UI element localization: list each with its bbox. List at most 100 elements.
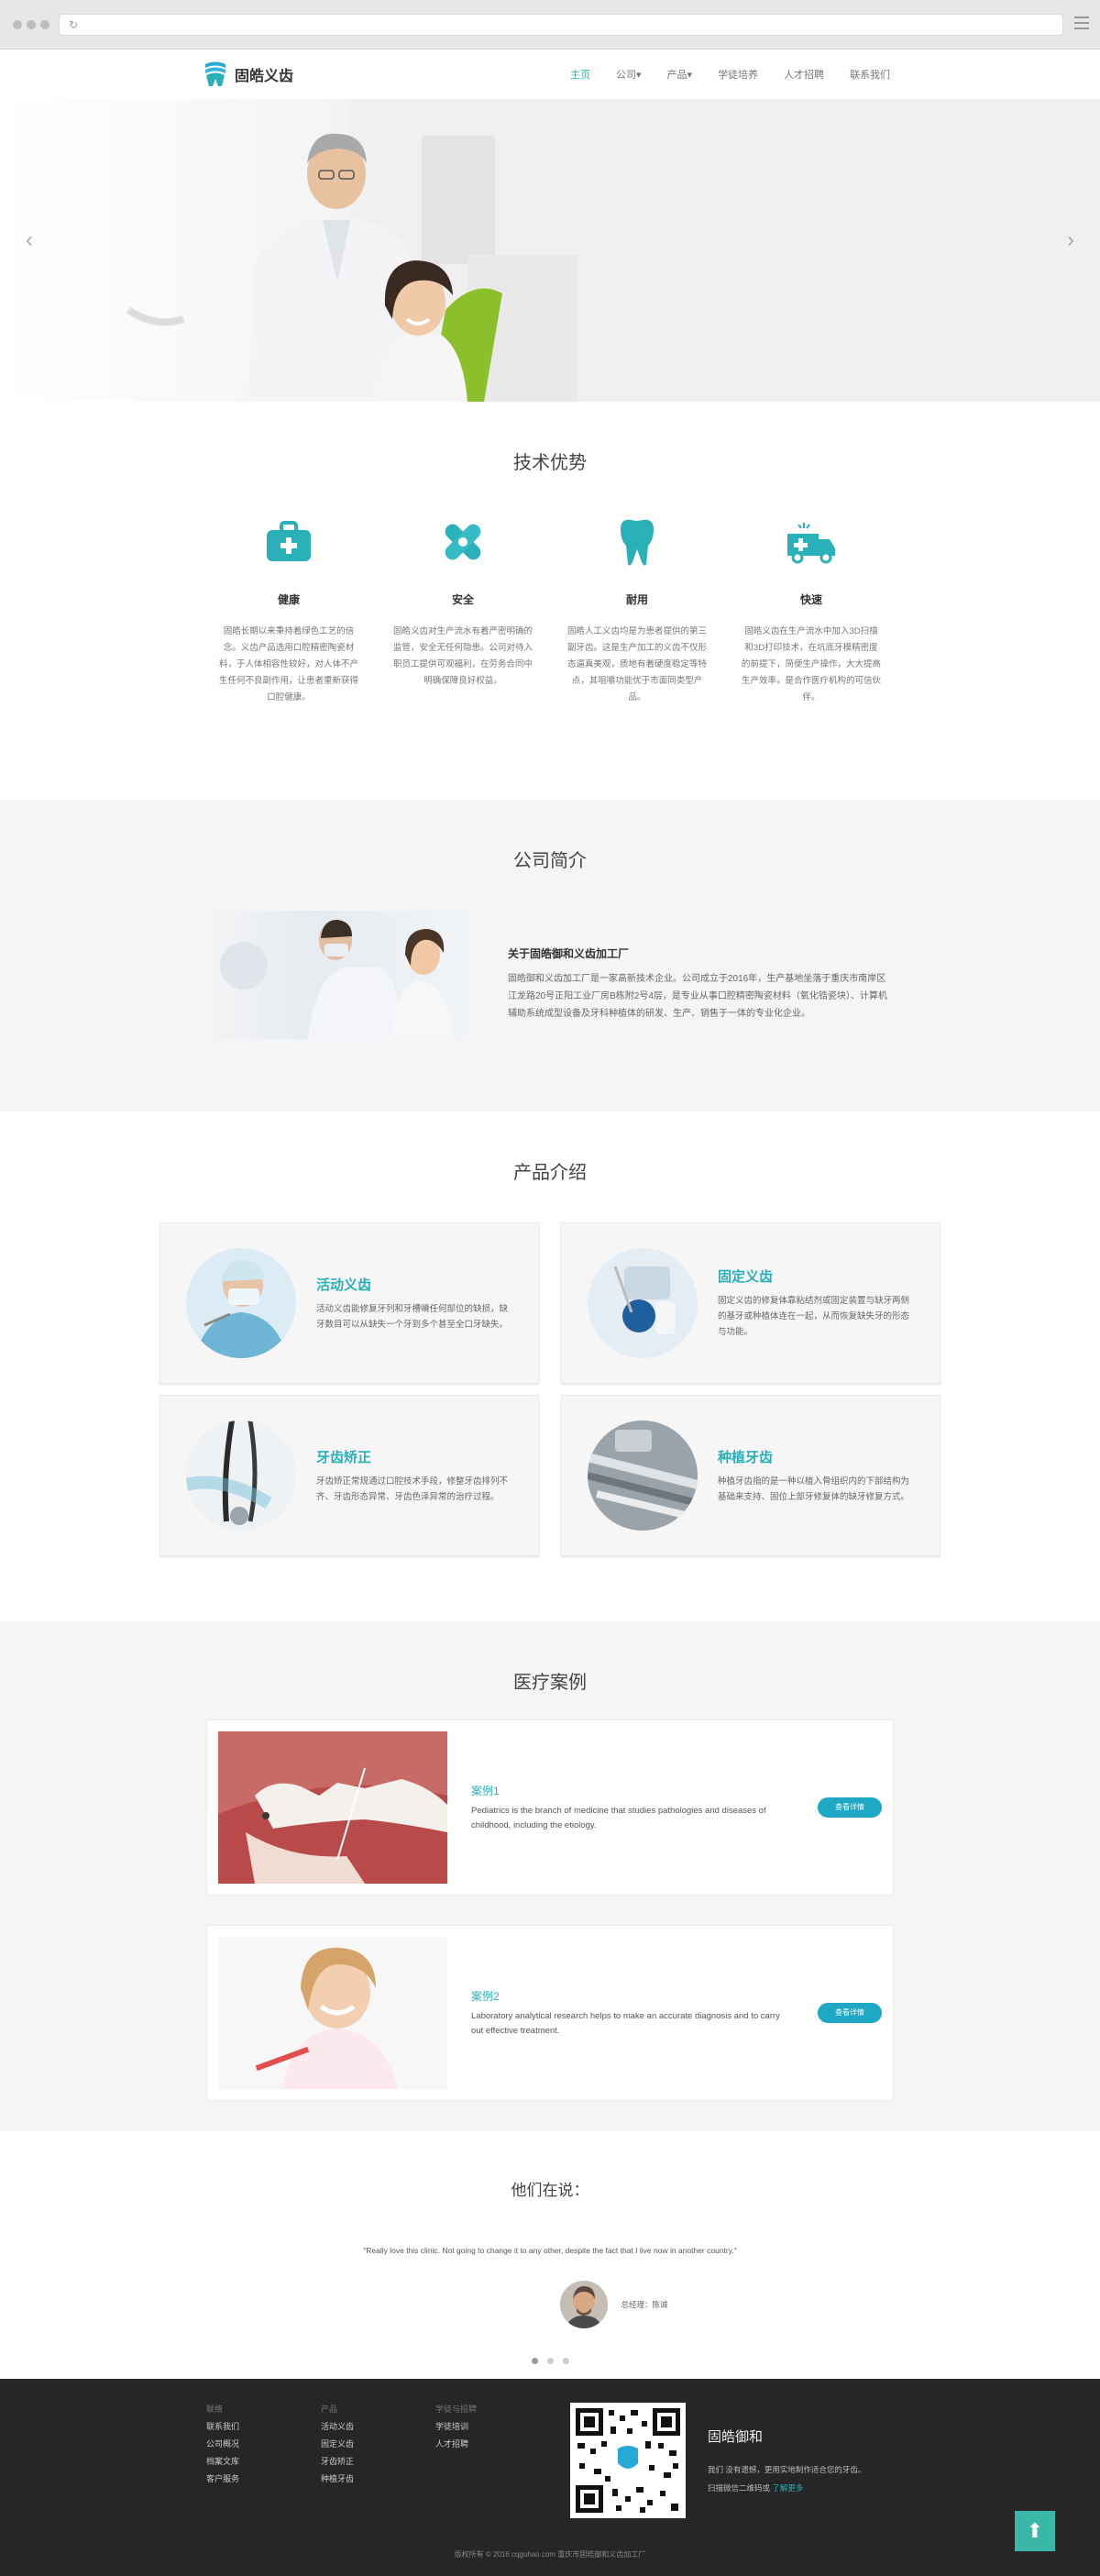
tooth-logo-icon [205,61,226,86]
case-desc: Pediatrics is the branch of medicine tha… [471,1805,766,1830]
advantages-section: 技术优势 健康 固皓长期以来秉持着绿色工艺的信念。义齿产品选用口腔精密陶瓷材料，… [0,402,1100,800]
footer-slogan: 我们 没有遗憾，更用实地制作适合您的牙齿。 [708,2465,866,2474]
back-to-top-button[interactable]: ⬆ [1015,2511,1055,2551]
product-card[interactable]: 牙齿矫正 牙齿矫正常规通过口腔技术手段，修整牙齿排列不齐、牙齿形态异常、牙齿色泽… [160,1395,539,1556]
about-text: 固皓御和义齿加工厂是一家高新技术企业。公司成立于2016年，生产基地坐落于重庆市… [508,974,887,1019]
about-title: 公司简介 [513,851,587,871]
products-title: 产品介绍 [513,1163,587,1183]
logo[interactable]: 固皓义齿 [204,61,293,88]
footer-column: 联络 联系我们 公司概况 档案文库 客户服务 [206,2401,239,2488]
wechat-qr-code [570,2403,686,2518]
advantage-item: 安全 固皓义齿对生产流水有着严密明确的监管，安全无任何隐患。公司对待入职员工提供… [376,513,550,706]
browser-chrome: ↻ [0,0,1100,50]
logo-text: 固皓义齿 [235,69,294,84]
footer-link[interactable]: 公司概况 [206,2436,239,2453]
footer-link[interactable]: 人才招聘 [435,2436,477,2453]
product-card[interactable]: 活动义齿 活动义齿能修复牙列和牙槽嵴任何部位的缺损，缺牙数目可以从缺失一个牙到多… [160,1222,539,1384]
slider-prev-icon[interactable]: ‹ [26,227,33,253]
reload-icon[interactable]: ↻ [69,18,78,31]
advantage-desc: 固皓长期以来秉持着绿色工艺的信念。义齿产品选用口腔精密陶瓷材料，于人体相容性较好… [218,626,358,702]
advantage-name: 健康 [277,593,300,606]
product-photo [186,1248,296,1358]
footer-link[interactable]: 客户服务 [206,2471,239,2488]
footer-column-heading: 联络 [206,2405,224,2414]
cases-title: 医疗案例 [513,1673,587,1693]
about-heading: 关于固皓御和义齿加工厂 [508,947,630,960]
testimonial-quote: "Really love this clinic. Not going to c… [363,2246,737,2255]
cases-section: 医疗案例 案例1 Pediatrics is the branch of med… [0,1621,1100,2131]
about-section: 公司简介 关于固皓御和义齿加工厂 固皓御和义齿加工厂是一家高新技术企业。公司成立… [0,800,1100,1111]
case-desc: Laboratory analytical research helps to … [471,2010,780,2036]
footer-link[interactable]: 种植牙齿 [321,2471,354,2488]
slider-next-icon[interactable]: › [1067,227,1074,253]
address-bar[interactable]: ↻ [59,14,1063,36]
product-photo [186,1421,296,1531]
site-header: 固皓义齿 主页 公司▾ 产品▾ 学徒培养 人才招聘 联系我们 [0,50,1100,99]
advantage-item: 快速 固皓义齿在生产流水中加入3D扫描和3D打印技术，在坑底牙模精密度的前提下，… [724,513,898,706]
advantages-title: 技术优势 [513,453,587,473]
case-details-button[interactable]: 查看详情 [818,1797,882,1818]
footer-link[interactable]: 学徒培训 [435,2418,477,2436]
browser-menu-icon[interactable] [1074,17,1089,33]
product-card[interactable]: 种植牙齿 种植牙齿指的是一种以植入骨组织内的下部结构为基础来支持、固位上部牙修复… [561,1395,940,1556]
ambulance-icon [787,523,835,564]
product-desc: 固定义齿的修复体靠粘结剂或固定装置与缺牙两侧的基牙或种植体连在一起，从而恢复缺失… [718,1296,910,1337]
hero-image [126,99,1100,402]
footer-scan-text: 扫描微信二维码或 [708,2483,771,2493]
main-menu: 主页 公司▾ 产品▾ 学徒培养 人才招聘 联系我们 [570,67,890,82]
tooth-icon [621,519,654,566]
product-name[interactable]: 牙齿矫正 [316,1447,514,1466]
testimonials-title: 他们在说： [511,2182,589,2199]
hero-slider: ‹ › [0,99,1100,402]
advantage-item: 健康 固皓长期以来秉持着绿色工艺的信念。义齿产品选用口腔精密陶瓷材料，于人体相容… [202,513,376,706]
product-name[interactable]: 固定义齿 [718,1266,916,1286]
footer-column-heading: 学徒与招聘 [435,2405,478,2414]
pager-dot[interactable] [531,2358,538,2364]
product-name[interactable]: 活动义齿 [316,1275,514,1294]
product-card[interactable]: 固定义齿 固定义齿的修复体靠粘结剂或固定装置与缺牙两侧的基牙或种植体连在一起，从… [561,1222,940,1384]
footer-link[interactable]: 活动义齿 [321,2418,354,2436]
case-photo [218,1731,447,1884]
advantage-name: 安全 [451,593,474,606]
case-photo [218,1937,447,2089]
product-name[interactable]: 种植牙齿 [718,1447,916,1466]
pager-dot[interactable] [562,2358,569,2364]
pager-dot[interactable] [546,2358,554,2364]
footer-column-heading: 产品 [321,2405,338,2414]
case-name[interactable]: 案例2 [471,1988,783,2004]
site-footer: 联络 联系我们 公司概况 档案文库 客户服务 产品 活动义齿 固定义齿 牙齿矫正… [0,2379,1100,2576]
menu-item-contact[interactable]: 联系我们 [850,67,890,82]
advantage-item: 耐用 固皓人工义齿均是为患者提供的第三副牙齿。这是生产加工的义齿不仅形态逼真美观… [550,513,724,706]
menu-item-products[interactable]: 产品▾ [667,67,693,82]
footer-link[interactable]: 牙齿矫正 [321,2453,354,2471]
product-desc: 牙齿矫正常规通过口腔技术手段，修整牙齿排列不齐、牙齿形态异常、牙齿色泽异常的治疗… [316,1476,509,1502]
product-desc: 种植牙齿指的是一种以植入骨组织内的下部结构为基础来支持、固位上部牙修复体的缺牙修… [718,1476,910,1502]
menu-item-apprentice[interactable]: 学徒培养 [718,67,758,82]
footer-link[interactable]: 档案文库 [206,2453,239,2471]
products-section: 产品介绍 活动义齿 活动义齿能修复牙列和牙槽嵴任何部位的缺损，缺牙数目可以从缺失… [0,1111,1100,1621]
case-card: 案例2 Laboratory analytical research helps… [206,1925,894,2101]
advantage-name: 快速 [799,593,822,606]
learn-more-link[interactable]: 了解更多 [772,2483,803,2493]
menu-item-company[interactable]: 公司▾ [616,67,642,82]
footer-brand-name: 固皓御和 [708,2429,764,2445]
footer-link[interactable]: 固定义齿 [321,2436,354,2453]
footer-column: 学徒与招聘 学徒培训 人才招聘 [435,2401,477,2453]
testimonial-pager [0,2358,1100,2364]
case-card: 案例1 Pediatrics is the branch of medicine… [206,1719,894,1896]
testimonial-author: 总经理：陈诚 [621,2300,668,2309]
advantage-desc: 固皓义齿在生产流水中加入3D扫描和3D打印技术，在坑底牙模精密度的前提下，简便生… [741,626,881,702]
case-details-button[interactable]: 查看详情 [818,2003,882,2023]
footer-link[interactable]: 联系我们 [206,2418,239,2436]
arrow-up-icon: ⬆ [1026,2519,1044,2542]
window-controls[interactable] [13,20,50,29]
footer-brand: 固皓御和 我们 没有遗憾，更用实地制作适合您的牙齿。 扫描微信二维码或 了解更多 [708,2427,865,2497]
case-name[interactable]: 案例1 [471,1783,783,1798]
menu-item-jobs[interactable]: 人才招聘 [784,67,824,82]
about-photo [207,911,473,1039]
menu-item-home[interactable]: 主页 [570,67,590,82]
copyright: 版权所有 © 2016 cqguhao.com 重庆市固皓御和义齿加工厂 [454,2550,646,2559]
product-photo [588,1421,698,1531]
advantage-desc: 固皓义齿对生产流水有着严密明确的监管，安全无任何隐患。公司对待入职员工提供可观福… [392,626,533,686]
medkit-icon [267,521,311,561]
